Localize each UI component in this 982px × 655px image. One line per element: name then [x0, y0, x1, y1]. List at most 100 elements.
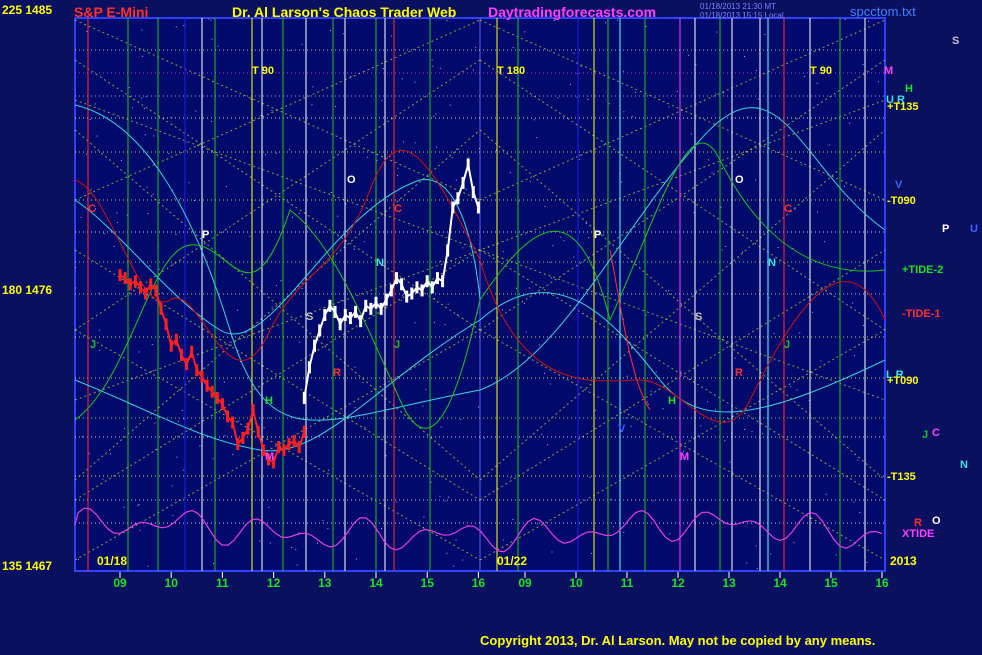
- copyright: Copyright 2013, Dr. Al Larson. May not b…: [480, 633, 876, 648]
- chart-title: Dr. Al Larson's Chaos Trader Web: [232, 4, 457, 20]
- star: [588, 237, 590, 239]
- star: [340, 300, 342, 302]
- star: [569, 230, 571, 232]
- star: [789, 417, 791, 419]
- star: [835, 554, 837, 556]
- star: [524, 31, 526, 33]
- star: [579, 155, 581, 157]
- star: [291, 546, 293, 548]
- planet-marker: R: [735, 367, 743, 379]
- star: [316, 542, 318, 544]
- star: [645, 26, 647, 28]
- star: [462, 559, 464, 561]
- right-label: -T135: [887, 471, 916, 483]
- star: [263, 427, 265, 429]
- star: [96, 135, 98, 137]
- star: [796, 389, 798, 391]
- star: [729, 461, 731, 463]
- star: [563, 240, 565, 242]
- star: [348, 532, 350, 534]
- star: [594, 409, 596, 411]
- star: [311, 104, 313, 106]
- star: [715, 93, 717, 95]
- star: [634, 91, 636, 93]
- star: [337, 215, 339, 217]
- star: [288, 148, 290, 150]
- chaos-chart: 225 1485 180 1476 135 1467 01/18 01/22 2013 09…: [0, 0, 982, 650]
- star: [631, 347, 633, 349]
- star: [747, 116, 749, 118]
- planet-marker: V: [618, 423, 626, 435]
- hour-label: 09: [113, 576, 127, 590]
- star: [853, 501, 855, 503]
- star: [354, 146, 356, 148]
- star: [868, 20, 869, 22]
- star: [512, 519, 514, 521]
- date-label: 01/22: [497, 554, 527, 568]
- right-label: +TIDE-2: [902, 264, 943, 276]
- star: [541, 433, 543, 435]
- star: [152, 370, 154, 372]
- star: [249, 235, 251, 237]
- star: [342, 33, 344, 35]
- star: [151, 344, 153, 346]
- star: [712, 523, 714, 525]
- star: [631, 115, 633, 117]
- planet-marker: C: [88, 203, 96, 215]
- star: [289, 49, 291, 51]
- star: [353, 248, 355, 250]
- star: [89, 119, 91, 121]
- star: [271, 306, 273, 308]
- star: [589, 476, 591, 478]
- star: [78, 559, 80, 561]
- top-marker: T 90: [252, 65, 274, 77]
- star: [440, 260, 442, 262]
- star: [330, 29, 332, 31]
- star: [208, 18, 210, 20]
- star: [90, 189, 92, 191]
- star: [820, 360, 822, 362]
- star: [502, 309, 504, 311]
- star: [178, 420, 180, 422]
- star: [390, 35, 392, 37]
- planet-marker: O: [735, 174, 744, 186]
- star: [668, 290, 670, 292]
- star: [623, 70, 625, 72]
- star: [225, 186, 227, 188]
- star: [647, 403, 649, 405]
- star: [746, 562, 748, 564]
- right-label: V: [895, 179, 903, 191]
- star: [223, 381, 225, 383]
- star: [560, 236, 562, 238]
- star: [711, 172, 713, 174]
- star: [120, 159, 122, 161]
- star: [859, 512, 861, 514]
- star: [354, 366, 356, 368]
- star: [609, 498, 611, 500]
- star: [569, 83, 571, 85]
- hour-label: 11: [621, 576, 634, 590]
- star: [210, 120, 212, 122]
- star: [423, 516, 425, 518]
- star: [743, 55, 745, 57]
- star: [630, 425, 632, 427]
- star: [158, 268, 160, 270]
- hour-label: 15: [824, 576, 838, 590]
- star: [350, 75, 352, 77]
- site-link[interactable]: Daytradingforecasts.com: [488, 4, 656, 20]
- star: [742, 251, 744, 253]
- star: [451, 156, 453, 158]
- star: [550, 383, 552, 385]
- hour-label: 16: [472, 576, 486, 590]
- star: [696, 290, 698, 292]
- star: [123, 506, 125, 508]
- star: [725, 245, 727, 247]
- star: [533, 119, 535, 121]
- hour-label: 10: [165, 576, 179, 590]
- star: [720, 206, 722, 208]
- hour-label: 12: [671, 576, 685, 590]
- star: [626, 375, 628, 377]
- right-label: -TIDE-1: [902, 308, 941, 320]
- date-label: 01/18: [97, 554, 127, 568]
- star: [334, 106, 336, 108]
